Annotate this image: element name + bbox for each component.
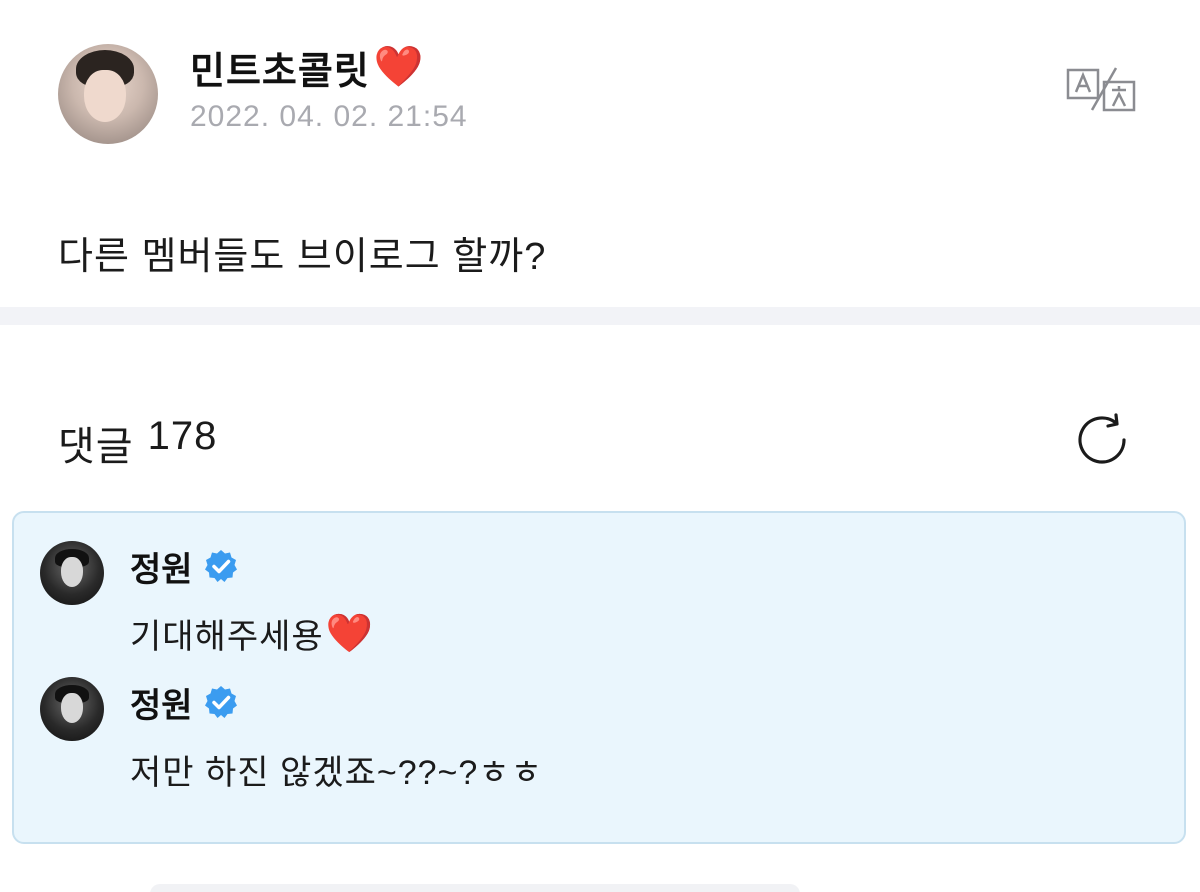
commenter-avatar[interactable]	[40, 541, 104, 605]
heart-emoji: ❤️	[373, 45, 424, 89]
refresh-button[interactable]	[1072, 410, 1132, 470]
artist-comments-box: 정원 기대해주세용 ❤️ 정원 저만 하진 않겠죠~??~?ㅎㅎ	[12, 511, 1186, 844]
author-name-row: 민트초콜릿 ❤️	[190, 40, 424, 95]
commenter-avatar[interactable]	[40, 677, 104, 741]
comment-message: 저만 하진 않겠죠~??~?ㅎㅎ	[130, 754, 543, 792]
post-header: 민트초콜릿 ❤️ 2022. 04. 02. 21:54	[0, 0, 1200, 170]
comments-label: 댓글	[58, 425, 134, 469]
comment-input-bar[interactable]	[150, 884, 800, 892]
avatar-face	[61, 557, 83, 587]
section-divider	[0, 307, 1200, 325]
commenter-name[interactable]: 정원	[130, 678, 193, 727]
avatar-face	[84, 70, 126, 122]
comment-text: 저만 하진 않겠죠~??~?ㅎㅎ	[130, 745, 543, 794]
post-body: 다른 멤버들도 브이로그 할까?	[58, 236, 547, 278]
translate-button[interactable]	[1066, 66, 1138, 114]
commenter-name-row: 정원	[130, 679, 239, 725]
author-name[interactable]: 민트초콜릿	[190, 40, 370, 95]
comments-header: 댓글 178	[0, 400, 1200, 480]
commenter-name[interactable]: 정원	[130, 542, 193, 591]
post-date: 2022. 04. 02. 21:54	[190, 100, 468, 133]
comment-item: 정원 저만 하진 않겠죠~??~?ㅎㅎ	[14, 673, 1184, 793]
verified-badge-icon	[204, 686, 237, 718]
comment-text: 기대해주세용 ❤️	[130, 609, 374, 658]
comments-count: 178	[147, 414, 218, 458]
commenter-name-row: 정원	[130, 543, 239, 589]
refresh-icon	[1078, 413, 1126, 464]
post-detail-page: 민트초콜릿 ❤️ 2022. 04. 02. 21:54 다른 멤버들도 브이로…	[0, 0, 1200, 892]
comment-item: 정원 기대해주세용 ❤️	[14, 537, 1184, 657]
verified-badge-icon	[204, 550, 237, 582]
comment-message: 기대해주세용	[130, 618, 324, 656]
avatar-face	[61, 693, 83, 723]
translate-icon	[1066, 67, 1136, 112]
heart-emoji: ❤️	[325, 612, 375, 655]
comments-title: 댓글 178	[58, 414, 217, 472]
author-avatar[interactable]	[58, 44, 158, 144]
